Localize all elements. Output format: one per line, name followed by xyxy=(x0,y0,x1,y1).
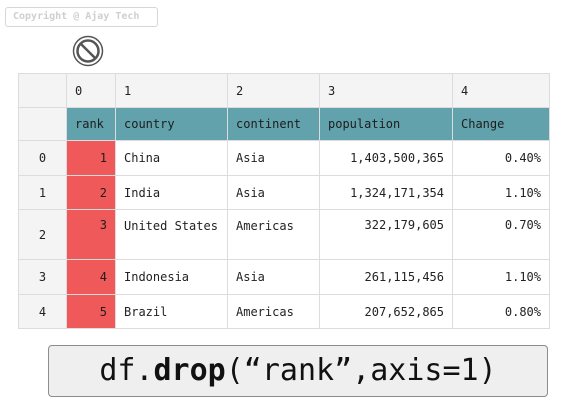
header-rank: rank xyxy=(66,107,116,141)
corner-cell xyxy=(18,73,67,108)
continent-cell: Asia xyxy=(227,259,320,295)
code-snippet: df.drop(“rank”,axis=1) xyxy=(48,345,548,397)
table-row: 2 3 United States Americas 322,179,605 0… xyxy=(18,209,550,260)
population-cell: 207,652,865 xyxy=(319,294,453,329)
table-row: 3 4 Indonesia Asia 261,115,456 1.10% xyxy=(18,259,550,295)
corner-cell xyxy=(18,107,67,141)
rank-cell: 1 xyxy=(66,140,116,176)
row-index: 1 xyxy=(18,175,67,210)
change-cell: 1.10% xyxy=(452,259,550,295)
country-cell: United States xyxy=(115,209,228,260)
row-index: 2 xyxy=(18,209,67,260)
population-cell: 261,115,456 xyxy=(319,259,453,295)
code-arguments: (“rank”,axis=1) xyxy=(225,353,497,388)
continent-cell: Asia xyxy=(227,175,320,210)
population-cell: 322,179,605 xyxy=(319,209,453,260)
change-cell: 0.40% xyxy=(452,140,550,176)
code-object: df. xyxy=(99,353,154,388)
header-population: population xyxy=(319,107,453,141)
row-index: 4 xyxy=(18,294,67,329)
row-index: 3 xyxy=(18,259,67,295)
no-entry-icon xyxy=(72,35,104,67)
column-index-cell: 1 xyxy=(115,73,228,108)
header-continent: continent xyxy=(227,107,320,141)
change-cell: 0.80% xyxy=(452,294,550,329)
rank-cell: 3 xyxy=(66,209,116,260)
column-index-row: 0 1 2 3 4 xyxy=(18,73,550,108)
population-cell: 1,324,171,354 xyxy=(319,175,453,210)
code-method: drop xyxy=(153,353,226,388)
continent-cell: Americas xyxy=(227,294,320,329)
country-cell: Indonesia xyxy=(115,259,228,295)
column-index-cell: 2 xyxy=(227,73,320,108)
table-row: 4 5 Brazil Americas 207,652,865 0.80% xyxy=(18,294,550,329)
rank-cell: 2 xyxy=(66,175,116,210)
change-cell: 1.10% xyxy=(452,175,550,210)
dataframe-table: 0 1 2 3 4 rank country continent populat… xyxy=(18,73,550,329)
continent-cell: Asia xyxy=(227,140,320,176)
header-change: Change xyxy=(452,107,550,141)
continent-cell: Americas xyxy=(227,209,320,260)
country-cell: China xyxy=(115,140,228,176)
column-index-cell: 4 xyxy=(452,73,550,108)
header-country: country xyxy=(115,107,228,141)
rank-cell: 5 xyxy=(66,294,116,329)
change-cell: 0.70% xyxy=(452,209,550,260)
table-row: 1 2 India Asia 1,324,171,354 1.10% xyxy=(18,175,550,210)
country-cell: India xyxy=(115,175,228,210)
population-cell: 1,403,500,365 xyxy=(319,140,453,176)
table-row: 0 1 China Asia 1,403,500,365 0.40% xyxy=(18,140,550,176)
country-cell: Brazil xyxy=(115,294,228,329)
column-index-cell: 0 xyxy=(66,73,116,108)
copyright-label: Copyright @ Ajay Tech xyxy=(5,7,158,27)
header-row: rank country continent population Change xyxy=(18,107,550,141)
rank-cell: 4 xyxy=(66,259,116,295)
row-index: 0 xyxy=(18,140,67,176)
column-index-cell: 3 xyxy=(319,73,453,108)
